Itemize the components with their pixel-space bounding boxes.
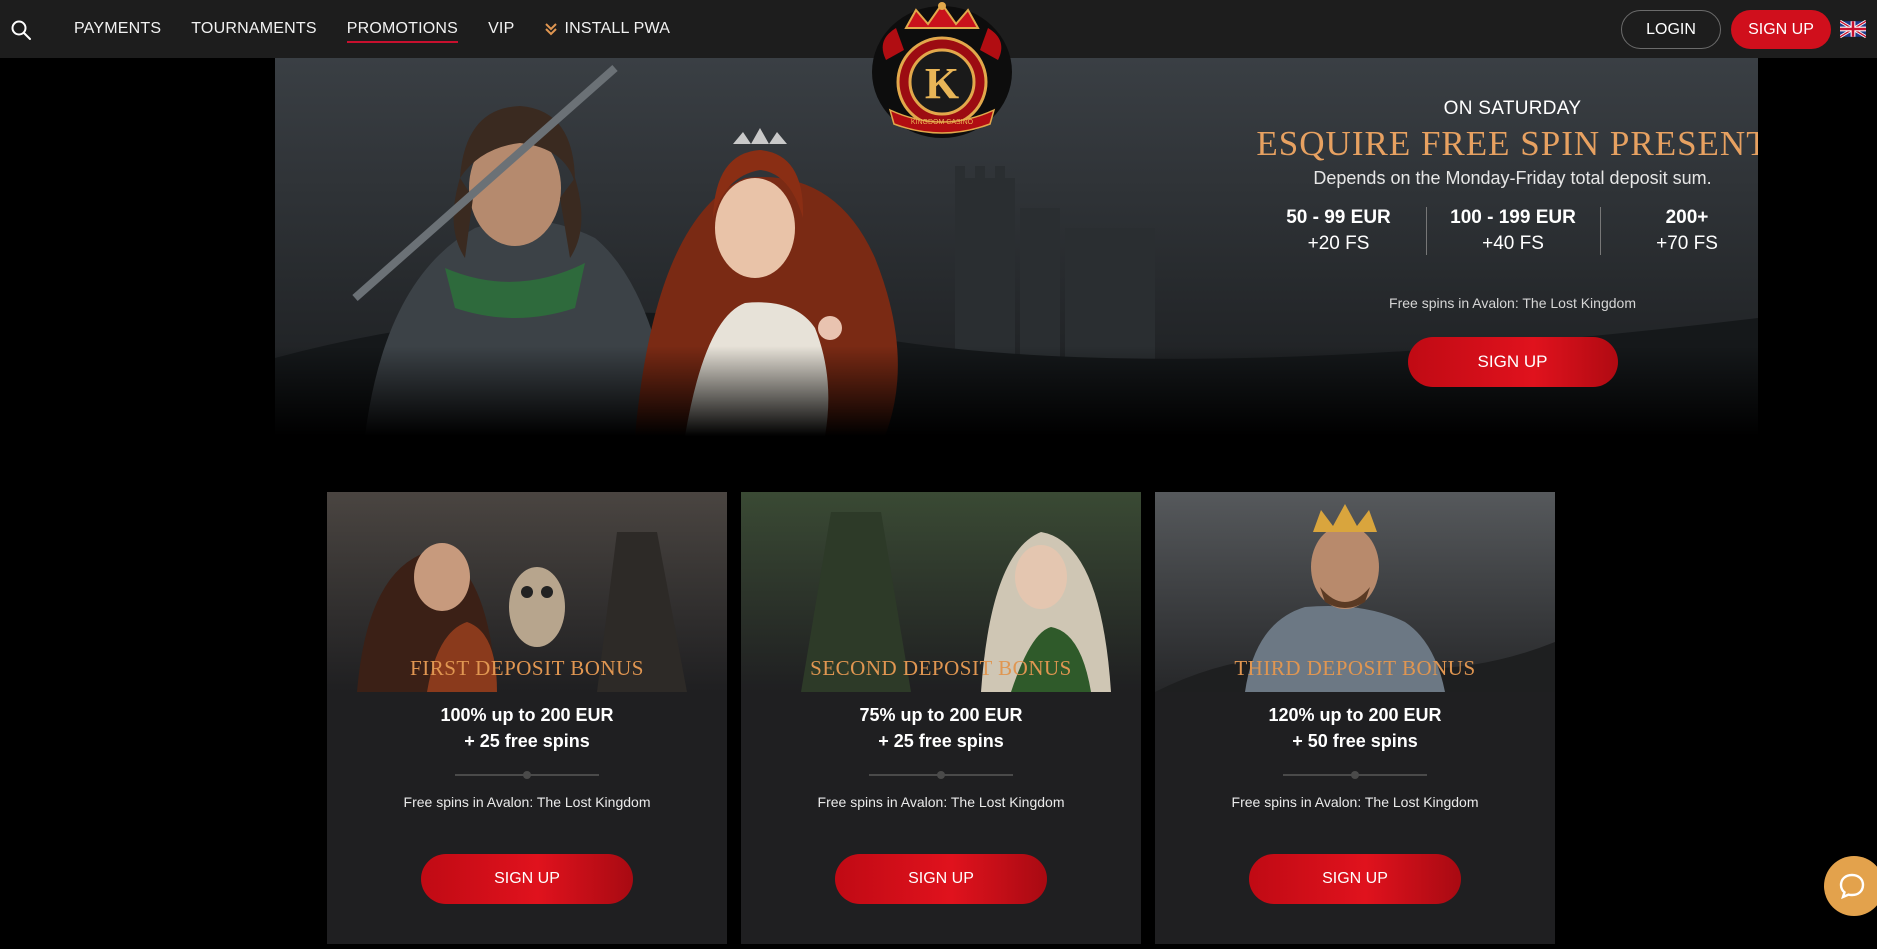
bonus-card-third: THIRD DEPOSIT BONUS 120% up to 200 EUR +…: [1155, 492, 1555, 944]
live-chat-button[interactable]: [1824, 856, 1877, 916]
card-offer-line1: 75% up to 200 EUR: [859, 705, 1023, 725]
uk-flag-icon[interactable]: [1840, 20, 1866, 38]
tier-spins: +20 FS: [1307, 233, 1370, 254]
nav-tournaments[interactable]: TOURNAMENTS: [191, 20, 316, 38]
hero-tiers: 50 - 99 EUR +20 FS 100 - 199 EUR +40 FS …: [1240, 207, 1758, 255]
deposit-bonus-cards: FIRST DEPOSIT BONUS 100% up to 200 EUR +…: [327, 492, 1555, 944]
kingdom-casino-logo[interactable]: K KINGDOM CASINO: [866, 0, 1018, 140]
hero-note: Free spins in Avalon: The Lost Kingdom: [1389, 295, 1636, 311]
card-note: Free spins in Avalon: The Lost Kingdom: [817, 794, 1065, 810]
card-divider: [455, 771, 599, 779]
search-icon[interactable]: [10, 19, 32, 41]
bonus-card-first: FIRST DEPOSIT BONUS 100% up to 200 EUR +…: [327, 492, 727, 944]
tier-range: 50 - 99 EUR: [1286, 207, 1391, 228]
card-divider: [869, 771, 1013, 779]
card-offer-line1: 120% up to 200 EUR: [1268, 705, 1442, 725]
card-title: FIRST DEPOSIT BONUS: [410, 656, 644, 680]
card-offer: 120% up to 200 EUR + 50 free spins: [1155, 702, 1555, 754]
hero-content: ON SATURDAY ESQUIRE FREE SPIN PRESENT De…: [1240, 98, 1758, 387]
card-offer-line2: + 25 free spins: [464, 731, 590, 751]
login-button[interactable]: LOGIN: [1621, 10, 1721, 49]
nav-tournaments-label: TOURNAMENTS: [191, 20, 317, 37]
nav-promotions-label: PROMOTIONS: [346, 20, 459, 37]
nav-promotions[interactable]: PROMOTIONS: [346, 20, 459, 43]
chevrons-down-icon: [545, 23, 558, 36]
tier-spins: +40 FS: [1482, 233, 1544, 254]
tier-range: 100 - 199 EUR: [1450, 207, 1576, 228]
tier-1: 50 - 99 EUR +20 FS: [1252, 207, 1426, 255]
chat-bubble-icon: [1839, 873, 1865, 900]
nav-vip-label: VIP: [488, 20, 515, 37]
card-signup-button[interactable]: SIGN UP: [421, 854, 633, 904]
nav-vip[interactable]: VIP: [488, 20, 514, 38]
nav-install-pwa[interactable]: INSTALL PWA: [544, 20, 670, 38]
card-offer-line2: + 50 free spins: [1292, 731, 1418, 751]
nav-payments[interactable]: PAYMENTS: [74, 20, 161, 38]
signup-button[interactable]: SIGN UP: [1731, 10, 1831, 49]
hero-title: ESQUIRE FREE SPIN PRESENT: [1256, 124, 1758, 163]
logo-text: KINGDOM CASINO: [911, 119, 974, 126]
hero-signup-button[interactable]: SIGN UP: [1407, 337, 1618, 387]
tier-spins: +70 FS: [1656, 233, 1718, 254]
card-title: SECOND DEPOSIT BONUS: [810, 656, 1072, 680]
card-divider: [1283, 771, 1427, 779]
tier-2: 100 - 199 EUR +40 FS: [1425, 207, 1600, 255]
hero-description: Depends on the Monday-Friday total depos…: [1313, 168, 1712, 188]
hero-subtitle: ON SATURDAY: [1443, 98, 1582, 119]
card-offer: 75% up to 200 EUR + 25 free spins: [741, 702, 1141, 754]
card-note: Free spins in Avalon: The Lost Kingdom: [403, 794, 651, 810]
card-note: Free spins in Avalon: The Lost Kingdom: [1231, 794, 1479, 810]
card-signup-button[interactable]: SIGN UP: [1249, 854, 1461, 904]
logo-letter: K: [925, 59, 959, 108]
top-navbar: PAYMENTS TOURNAMENTS PROMOTIONS VIP INST…: [0, 0, 1877, 138]
main-nav: PAYMENTS TOURNAMENTS PROMOTIONS VIP INST…: [74, 0, 670, 58]
card-offer: 100% up to 200 EUR + 25 free spins: [327, 702, 727, 754]
card-offer-line1: 100% up to 200 EUR: [440, 705, 614, 725]
tier-range: 200+: [1665, 207, 1709, 228]
card-title: THIRD DEPOSIT BONUS: [1234, 656, 1476, 680]
card-offer-line2: + 25 free spins: [878, 731, 1004, 751]
bonus-card-second: SECOND DEPOSIT BONUS 75% up to 200 EUR +…: [741, 492, 1141, 944]
tier-3: 200+ +70 FS: [1599, 207, 1759, 255]
card-signup-button[interactable]: SIGN UP: [835, 854, 1047, 904]
nav-install-pwa-label: INSTALL PWA: [564, 20, 671, 37]
nav-payments-label: PAYMENTS: [74, 20, 162, 37]
